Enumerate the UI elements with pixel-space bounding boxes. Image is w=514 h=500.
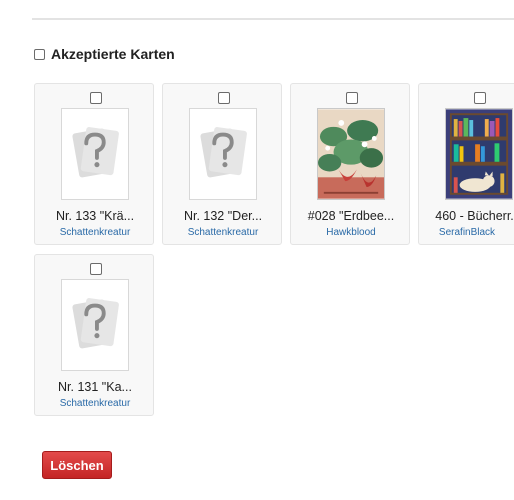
card-author-link[interactable]: Schattenkreatur [35,227,153,238]
card-checkbox[interactable] [474,92,486,104]
card-title[interactable]: Nr. 132 "Der... [163,209,281,223]
card-author-link[interactable]: SerafinBlack [419,227,514,238]
card-thumbnail[interactable] [445,108,513,200]
card-author-link[interactable]: Schattenkreatur [163,227,281,238]
strawberry-plant-artwork [318,109,384,199]
card-thumbnail[interactable] [317,108,385,200]
card-checkbox[interactable] [90,263,102,275]
divider [32,18,514,20]
card-item[interactable]: 460 - Bücherr... SerafinBlack [418,83,514,245]
placeholder-question-icon [62,109,128,199]
card-item[interactable]: Nr. 133 "Krä... Schattenkreatur [34,83,154,245]
card-title[interactable]: Nr. 133 "Krä... [35,209,153,223]
card-checkbox[interactable] [218,92,230,104]
card-item[interactable]: Nr. 132 "Der... Schattenkreatur [162,83,282,245]
section-header: Akzeptierte Karten [34,46,175,62]
select-all-checkbox[interactable] [34,48,45,60]
card-checkbox[interactable] [90,92,102,104]
card-author-link[interactable]: Schattenkreatur [35,398,153,409]
delete-button[interactable]: Löschen [42,451,112,479]
section-title: Akzeptierte Karten [51,46,175,62]
card-item[interactable]: #028 "Erdbee... Hawkblood [290,83,410,245]
accepted-cards-page: Akzeptierte Karten Nr. 133 "Krä... Schat… [0,0,514,500]
card-checkbox[interactable] [346,92,358,104]
card-thumbnail[interactable] [61,279,129,371]
card-author-link[interactable]: Hawkblood [291,227,409,238]
card-title[interactable]: Nr. 131 "Ka... [35,380,153,394]
placeholder-question-icon [62,280,128,370]
card-title[interactable]: 460 - Bücherr... [419,209,514,223]
card-item[interactable]: Nr. 131 "Ka... Schattenkreatur [34,254,154,416]
card-thumbnail[interactable] [61,108,129,200]
card-thumbnail[interactable] [189,108,257,200]
bookshelf-cat-artwork [446,109,512,199]
card-title[interactable]: #028 "Erdbee... [291,209,409,223]
placeholder-question-icon [190,109,256,199]
